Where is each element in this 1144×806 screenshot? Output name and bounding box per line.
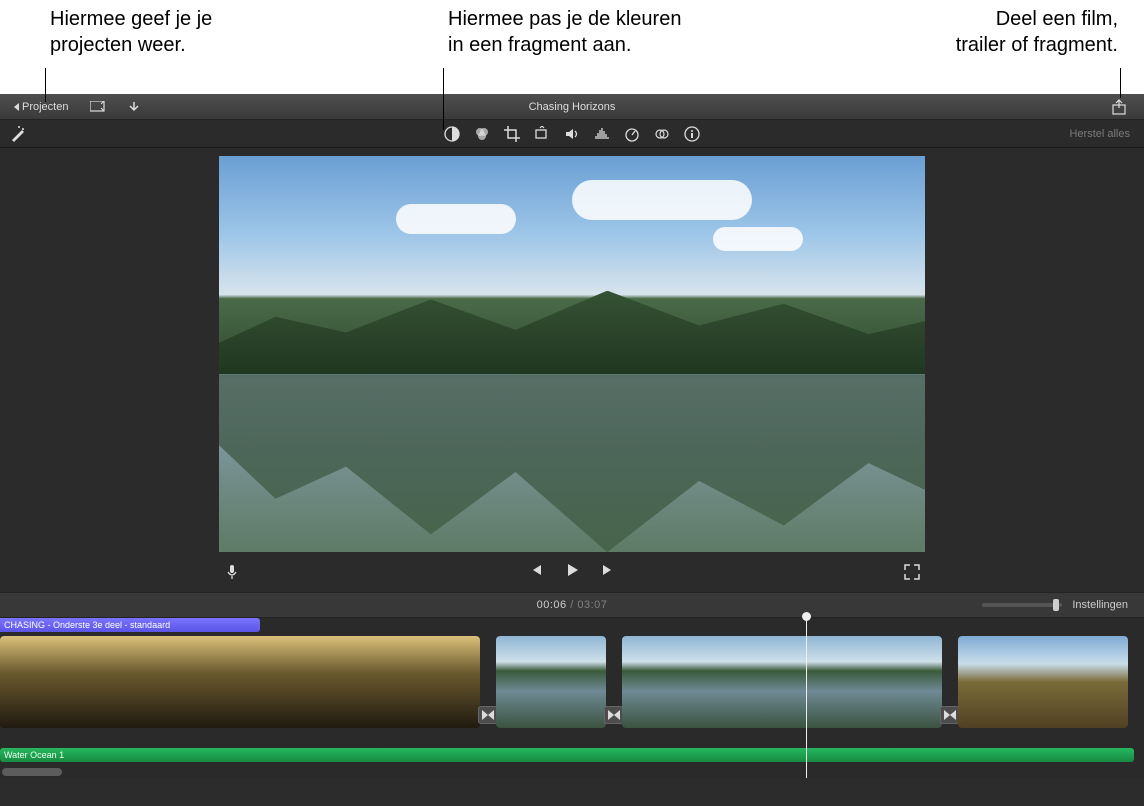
callout-line1: Hiermee pas je de kleuren	[448, 8, 681, 30]
project-title-text: Chasing Horizons	[529, 101, 616, 113]
transition-badge[interactable]	[478, 706, 498, 724]
import-button[interactable]	[122, 99, 146, 115]
timeline-wrapper: CHASING - Onderste 3e deel - standaard	[0, 618, 1144, 778]
playhead-knob[interactable]	[802, 612, 811, 621]
crop-icon	[504, 126, 520, 142]
share-icon	[1112, 99, 1126, 115]
transition-icon	[608, 710, 620, 720]
titlebar-right	[1106, 97, 1144, 117]
next-button[interactable]	[600, 562, 616, 578]
noise-reduction-button[interactable]	[594, 126, 610, 142]
magic-wand-button[interactable]	[10, 126, 26, 142]
audio-clip[interactable]: Water Ocean 1	[0, 748, 1134, 762]
title-track: CHASING - Onderste 3e deel - standaard	[0, 618, 1144, 632]
titlebar-left: Projecten	[0, 99, 146, 115]
cloud-shape	[396, 204, 516, 234]
speed-button[interactable]	[624, 126, 640, 142]
transition-badge[interactable]	[604, 706, 624, 724]
magic-wand-icon	[10, 126, 26, 142]
viewer-area	[0, 148, 1144, 592]
stabilize-icon	[534, 126, 550, 142]
title-clip[interactable]: CHASING - Onderste 3e deel - standaard	[0, 618, 260, 632]
video-clip[interactable]	[496, 636, 606, 728]
imovie-window: Projecten Chasing Horizons	[0, 94, 1144, 806]
video-timeline[interactable]	[0, 632, 1144, 732]
prev-button[interactable]	[528, 562, 544, 578]
callout-projects: Hiermee geef je je projecten weer.	[50, 6, 212, 58]
media-browser-icon	[90, 101, 106, 113]
viewer-canvas[interactable]	[219, 156, 925, 552]
time-info-bar: 00:06 / 03:07 Instellingen	[0, 592, 1144, 618]
play-button[interactable]	[564, 562, 580, 578]
reset-all-button[interactable]: Herstel alles	[1069, 128, 1130, 140]
fullscreen-button[interactable]	[904, 564, 920, 580]
filter-icon	[654, 126, 670, 142]
callout-line2: projecten weer.	[50, 34, 186, 56]
transport-controls	[528, 562, 616, 578]
noise-reduction-icon	[594, 126, 610, 142]
color-correct-button[interactable]	[474, 126, 490, 142]
crop-button[interactable]	[504, 126, 520, 142]
project-title: Chasing Horizons	[529, 101, 616, 113]
filter-button[interactable]	[654, 126, 670, 142]
callout-color: Hiermee pas je de kleuren in een fragmen…	[448, 6, 681, 58]
time-current: 00:06	[537, 599, 567, 611]
horizontal-scrollbar[interactable]	[2, 768, 62, 776]
chevron-left-icon	[14, 103, 19, 111]
volume-button[interactable]	[564, 126, 580, 142]
adjustments-bar: Herstel alles	[0, 120, 1144, 148]
import-down-icon	[128, 101, 140, 113]
callout-line2: trailer of fragment.	[956, 34, 1118, 56]
video-clip[interactable]	[958, 636, 1128, 728]
play-icon	[564, 562, 580, 578]
time-duration: 03:07	[577, 599, 607, 611]
callout-share: Deel een film, trailer of fragment.	[858, 6, 1118, 58]
info-button[interactable]	[684, 126, 700, 142]
projects-button[interactable]: Projecten	[8, 99, 74, 115]
zoom-slider[interactable]	[982, 603, 1062, 607]
color-balance-icon	[444, 126, 460, 142]
time-display: 00:06 / 03:07	[537, 599, 608, 611]
stabilize-button[interactable]	[534, 126, 550, 142]
skip-forward-icon	[600, 562, 616, 578]
callout-line1: Hiermee geef je je	[50, 8, 212, 30]
titlebar: Projecten Chasing Horizons	[0, 94, 1144, 120]
speed-icon	[624, 126, 640, 142]
volume-icon	[564, 126, 580, 142]
color-balance-button[interactable]	[444, 126, 460, 142]
fullscreen-icon	[904, 564, 920, 580]
info-icon	[684, 126, 700, 142]
color-correct-icon	[474, 126, 490, 142]
transition-icon	[482, 710, 494, 720]
callout-line1: Deel een film,	[996, 8, 1118, 30]
callout-line2: in een fragment aan.	[448, 34, 631, 56]
voiceover-button[interactable]	[224, 564, 240, 580]
cloud-shape	[713, 227, 803, 251]
time-sep: /	[567, 599, 578, 611]
transition-icon	[944, 710, 956, 720]
settings-button[interactable]: Instellingen	[1072, 599, 1128, 611]
microphone-icon	[224, 564, 240, 580]
timeline-bottom	[0, 762, 1144, 778]
timeline-gap	[0, 732, 1144, 748]
transition-badge[interactable]	[940, 706, 960, 724]
playhead[interactable]	[806, 618, 807, 778]
cloud-shape	[572, 180, 752, 220]
skip-back-icon	[528, 562, 544, 578]
video-clip[interactable]	[622, 636, 942, 728]
video-clip[interactable]	[0, 636, 480, 728]
share-button[interactable]	[1106, 97, 1132, 117]
media-browser-button[interactable]	[84, 99, 112, 115]
audio-track: Water Ocean 1	[0, 748, 1144, 762]
projects-label: Projecten	[22, 101, 68, 113]
mountain-shape	[219, 291, 925, 378]
